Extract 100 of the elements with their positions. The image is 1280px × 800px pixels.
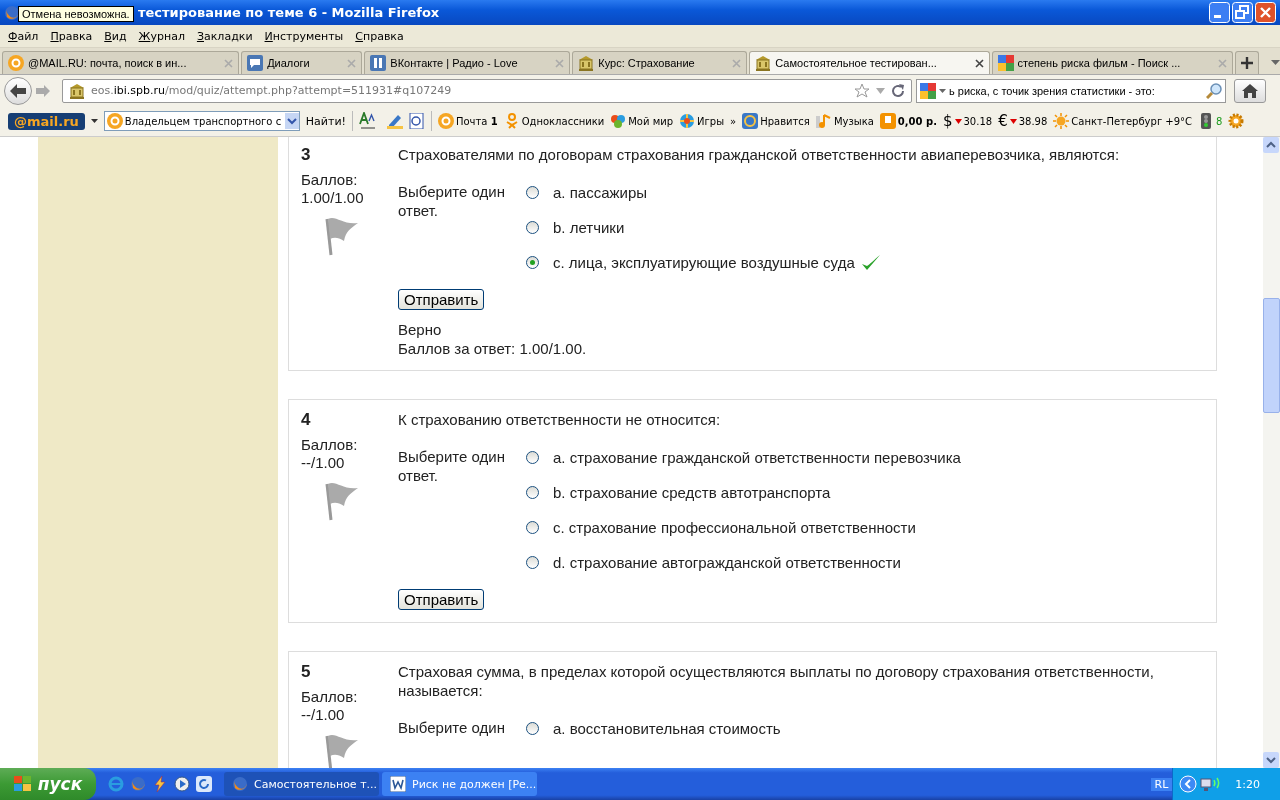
mail-logo[interactable]: @mail.ru — [8, 112, 85, 130]
question-text: К страхованию ответственности не относится: — [398, 410, 721, 429]
flag-icon[interactable] — [325, 732, 359, 768]
search-field[interactable]: ь риска, с точик зрения статистики - это: — [916, 78, 1226, 103]
question-number: 5 — [301, 662, 312, 682]
wallet-icon — [879, 113, 896, 129]
home-button[interactable] — [1234, 78, 1266, 103]
radio-button[interactable] — [526, 521, 539, 534]
toolbar-item[interactable]: 0,00 р. — [879, 113, 937, 129]
music-note-icon — [815, 113, 832, 129]
tab-title: Курс: Страхование — [598, 57, 696, 69]
question-text: Страховая сумма, в пределах которой осуществляются выплаты по договору страхования ответственности, называется: — [398, 662, 1155, 700]
menu-item[interactable]: Инструменты — [258, 29, 350, 43]
search-icon[interactable] — [1206, 82, 1222, 99]
browser-tab[interactable]: Самостоятельное тестирован... — [749, 51, 990, 74]
menu-item[interactable]: Правка — [44, 29, 99, 43]
house-icon — [1242, 83, 1258, 98]
search-field[interactable]: Владельцем транспортного с — [103, 111, 300, 131]
reload-icon[interactable] — [891, 83, 905, 98]
caret-icon — [939, 88, 946, 93]
refresh-icon[interactable] — [196, 776, 212, 792]
radio-button[interactable] — [526, 486, 539, 499]
find-button[interactable]: Найти! — [305, 114, 346, 128]
pencil-icon[interactable] — [387, 113, 403, 129]
answer-option[interactable]: a. восстановительная стоимость — [553, 720, 781, 737]
window-title: тестирование по теме 6 - Mozilla Firefox — [138, 5, 440, 20]
score-value: --/1.00 — [301, 706, 346, 724]
building-icon — [69, 82, 85, 99]
language-indicator[interactable]: RL — [1150, 777, 1173, 791]
question-number: 4 — [301, 410, 312, 430]
sun-icon — [1053, 113, 1070, 129]
address-field[interactable]: eos.ibi.spb.ru/mod/quiz/attempt.php?attempt=511931#q107249 — [62, 78, 912, 103]
scrollbar-thumb[interactable] — [1263, 298, 1280, 413]
toolbar-item[interactable]: Мой мир — [610, 113, 674, 129]
back-button[interactable] — [4, 76, 32, 105]
menu-item[interactable]: Закладки — [190, 29, 259, 43]
left-arrow-icon — [10, 83, 26, 98]
flag-icon[interactable] — [325, 215, 359, 257]
toolbar-item[interactable]: Игры — [679, 113, 725, 129]
new-tab-button[interactable] — [1235, 51, 1259, 74]
speech-bubble-icon — [247, 55, 264, 71]
radio-button[interactable] — [526, 451, 539, 464]
flag-icon[interactable] — [325, 480, 359, 522]
answer-option[interactable]: c. страхование профессиональной ответственности — [553, 519, 916, 536]
magnifier-page-icon[interactable] — [409, 113, 425, 129]
score-label: Баллов: — [301, 436, 359, 454]
question-text: Страхователями по договорам страхования гражданской ответственности авиаперевозчика, являются: — [398, 145, 1120, 164]
fox-globe-icon[interactable] — [130, 776, 146, 792]
caret-icon[interactable] — [90, 119, 98, 123]
toolbar-item[interactable]: Одноклассники — [503, 113, 605, 129]
answer-option[interactable]: a. страхование гражданской ответственности перевозчика — [553, 449, 961, 466]
submit-button[interactable]: Отправить — [398, 289, 485, 310]
browser-tab[interactable]: степень риска фильм - Поиск ... — [991, 51, 1233, 74]
lightning-icon[interactable] — [152, 776, 168, 792]
radio-button[interactable] — [526, 556, 539, 569]
answer-option[interactable]: c. лица, эксплуатирующие воздушные суда — [553, 254, 855, 271]
menu-item[interactable]: Справка — [349, 29, 410, 43]
browser-tab[interactable]: ВКонтакте | Радио - Love — [364, 51, 571, 74]
submit-button[interactable]: Отправить — [398, 589, 485, 610]
answer-option[interactable]: b. летчики — [553, 219, 625, 236]
radio-button[interactable] — [526, 186, 539, 199]
start-button[interactable]: пуск — [0, 768, 96, 800]
browser-tab[interactable]: @MAIL.RU: почта, поиск в ин... — [2, 51, 240, 74]
toolbar-item[interactable]: Музыка — [815, 113, 874, 129]
radio-button[interactable] — [526, 221, 539, 234]
feedback-text: Верно — [398, 320, 442, 339]
gear-icon[interactable] — [1228, 113, 1245, 129]
toolbar-item[interactable]: Санкт-Петербург +9°C — [1053, 113, 1193, 129]
play-icon[interactable] — [174, 776, 190, 792]
toolbar-item[interactable]: Нравится — [742, 113, 810, 129]
toolbar-item[interactable]: € 38.98 — [998, 112, 1048, 130]
clock: 1:20 — [1235, 777, 1260, 791]
menu-item[interactable]: Вид — [98, 29, 133, 43]
instruction: Выберите один — [398, 718, 506, 738]
taskbar-button[interactable]: Самостоятельное т... — [224, 772, 379, 796]
minimize-button[interactable] — [1209, 2, 1230, 23]
feedback-text: Баллов за ответ: 1.00/1.00. — [398, 339, 587, 358]
down-triangle-icon — [954, 118, 962, 124]
toolbar-item[interactable]: $ 30.18 — [942, 112, 993, 130]
browser-tab[interactable]: Диалоги — [241, 51, 363, 74]
browser-tab[interactable]: Курс: Страхование — [572, 51, 748, 74]
chevron-left-icon[interactable] — [1179, 775, 1198, 793]
score-value: 1.00/1.00 — [301, 189, 365, 207]
toolbar-item[interactable]: Почта 1 — [438, 113, 498, 129]
radio-button[interactable] — [526, 722, 539, 735]
taskbar-button[interactable]: Риск не должен [Ре... — [382, 772, 537, 796]
toolbar-item[interactable]: » — [730, 115, 737, 127]
menu-item[interactable]: Журнал — [132, 29, 191, 43]
radio-button[interactable] — [526, 256, 539, 269]
close-icon[interactable] — [974, 58, 984, 68]
star-icon[interactable] — [854, 82, 870, 99]
restore-button[interactable] — [1232, 2, 1253, 23]
answer-option[interactable]: d. страхование автогражданской ответственности — [553, 554, 901, 571]
google-icon — [920, 82, 936, 99]
scrollbar[interactable] — [1263, 137, 1280, 768]
answer-option[interactable]: a. пассажиры — [553, 184, 648, 201]
menu-item[interactable]: Файл — [2, 29, 45, 43]
close-button[interactable] — [1255, 2, 1276, 23]
instruction: Выберите один ответ. — [398, 182, 506, 221]
answer-option[interactable]: b. страхование средств автотранспорта — [553, 484, 831, 501]
